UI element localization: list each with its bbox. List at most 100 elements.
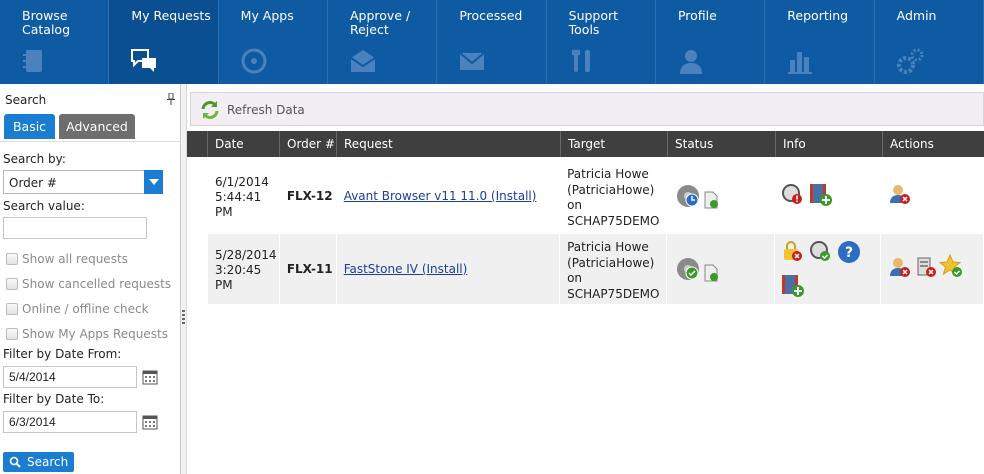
date-from-input[interactable] (3, 366, 137, 388)
header-spacer (187, 131, 208, 157)
col-actions[interactable]: Actions (883, 131, 984, 157)
refresh-data-button[interactable]: Refresh Data (199, 99, 305, 121)
col-info[interactable]: Info (776, 131, 883, 157)
date-to-input[interactable] (3, 411, 137, 433)
check-ok-icon[interactable] (809, 240, 831, 262)
date-to-label: Filter by Date To: (3, 392, 105, 406)
tabs-divider (0, 141, 181, 142)
catalog-icon (23, 50, 42, 72)
calendar-icon[interactable] (142, 414, 158, 430)
table-row[interactable]: 5/28/2014 3:20:45 PM FLX-11 FastStone IV… (208, 234, 984, 304)
cell-info: ? (775, 234, 882, 304)
target-user: (PatriciaHowe) (567, 182, 655, 197)
cell-actions (881, 161, 984, 231)
nav-my-requests[interactable]: My Requests (109, 0, 219, 84)
search-button-label: Search (27, 455, 69, 469)
chevron-down-icon[interactable] (144, 170, 163, 194)
cell-status (667, 234, 775, 304)
time-line: 5:44:41 (215, 190, 262, 204)
help-icon[interactable]: ? (837, 240, 861, 264)
target-user: (PatriciaHowe) (567, 255, 655, 270)
date-line: 6/1/2014 (215, 175, 269, 189)
cell-info (775, 161, 882, 231)
target-machine: SCHAP75DEMO (567, 286, 660, 301)
col-target[interactable]: Target (561, 131, 668, 157)
status-complete-icon[interactable] (675, 256, 701, 282)
cell-actions (881, 234, 984, 304)
show-my-apps-checkbox[interactable]: Show My Apps Requests (6, 327, 168, 341)
online-offline-checkbox[interactable]: Online / offline check (6, 302, 149, 316)
checkbox-box[interactable] (6, 303, 18, 315)
nav-approve-reject[interactable]: Approve / Reject (328, 0, 438, 84)
search-value-input[interactable] (3, 217, 147, 239)
book-add-icon[interactable] (807, 181, 833, 207)
date-line: 5/28/2014 (215, 248, 277, 262)
server-cancel-icon[interactable] (915, 256, 937, 278)
cell-status (667, 161, 775, 231)
top-nav: Browse Catalog My Requests My Apps Appro… (0, 0, 984, 84)
search-panel-header: Search (0, 84, 180, 110)
search-by-select[interactable]: Order # (3, 170, 163, 194)
calendar-icon[interactable] (142, 369, 158, 385)
table-row[interactable]: 6/1/2014 5:44:41 PM FLX-12 Avant Browser… (208, 161, 984, 231)
tab-basic[interactable]: Basic (4, 114, 55, 139)
document-add-icon[interactable] (703, 191, 719, 209)
cell-target: Patricia Howe (PatriciaHowe) on SCHAP75D… (560, 161, 667, 231)
search-value-label: Search value: (3, 199, 85, 213)
cell-request: FastStone IV (Install) (337, 234, 561, 304)
tab-advanced[interactable]: Advanced (59, 114, 135, 139)
search-icon (9, 456, 21, 468)
star-check-icon[interactable] (939, 254, 963, 278)
cell-order: FLX-12 (280, 161, 337, 231)
nav-profile[interactable]: Profile (656, 0, 766, 84)
status-pending-icon[interactable] (675, 183, 701, 209)
gears-icon (896, 48, 924, 74)
ampm-line: PM (215, 205, 233, 219)
document-add-icon[interactable] (703, 264, 719, 282)
request-link[interactable]: Avant Browser v11 11.0 (Install) (344, 189, 537, 203)
user-cancel-icon[interactable] (889, 183, 911, 205)
target-name: Patricia Howe (567, 240, 649, 254)
refresh-icon (201, 101, 219, 119)
nav-processed[interactable]: Processed (437, 0, 547, 84)
nav-label: Profile (677, 8, 717, 23)
cell-order: FLX-11 (280, 234, 337, 304)
target-name: Patricia Howe (567, 167, 649, 181)
checkbox-box[interactable] (6, 278, 18, 290)
nav-label: Processed (459, 8, 523, 23)
book-add-icon[interactable] (779, 272, 805, 298)
user-cancel-icon[interactable] (889, 256, 911, 278)
nav-browse-catalog[interactable]: Browse Catalog (0, 0, 110, 84)
search-tabs: Basic Advanced (4, 114, 135, 139)
show-all-requests-checkbox[interactable]: Show all requests (6, 252, 128, 266)
nav-label: My Apps (240, 8, 294, 23)
nav-support-tools[interactable]: Support Tools (547, 0, 656, 84)
search-button[interactable]: Search (3, 452, 74, 472)
nav-label: Browse Catalog (22, 8, 71, 37)
checkbox-box[interactable] (6, 328, 18, 340)
checkbox-box[interactable] (6, 253, 18, 265)
request-link[interactable]: FastStone IV (Install) (344, 262, 468, 276)
nav-label: Support Tools (568, 8, 619, 37)
nav-admin[interactable]: Admin (875, 0, 984, 84)
nav-reporting[interactable]: Reporting (765, 0, 875, 84)
grid-toolbar: Refresh Data (190, 92, 984, 126)
search-by-label: Search by: (3, 152, 66, 166)
pin-icon[interactable] (167, 93, 175, 105)
col-request[interactable]: Request (337, 131, 561, 157)
target-on: on (567, 271, 583, 285)
show-cancelled-checkbox[interactable]: Show cancelled requests (6, 277, 171, 291)
target-machine: SCHAP75DEMO (567, 213, 660, 228)
checkbox-label: Online / offline check (22, 302, 149, 316)
alert-icon[interactable] (781, 183, 803, 205)
search-by-value: Order # (9, 176, 57, 190)
lock-cancel-icon[interactable] (781, 240, 803, 262)
checkbox-label: Show My Apps Requests (22, 327, 168, 341)
splitter-handle[interactable] (182, 310, 185, 324)
date-from-label: Filter by Date From: (3, 347, 122, 361)
col-status[interactable]: Status (668, 131, 776, 157)
nav-my-apps[interactable]: My Apps (219, 0, 328, 84)
nav-label: Reporting (787, 8, 849, 23)
col-order[interactable]: Order # (280, 131, 337, 157)
col-date[interactable]: Date (208, 131, 280, 157)
